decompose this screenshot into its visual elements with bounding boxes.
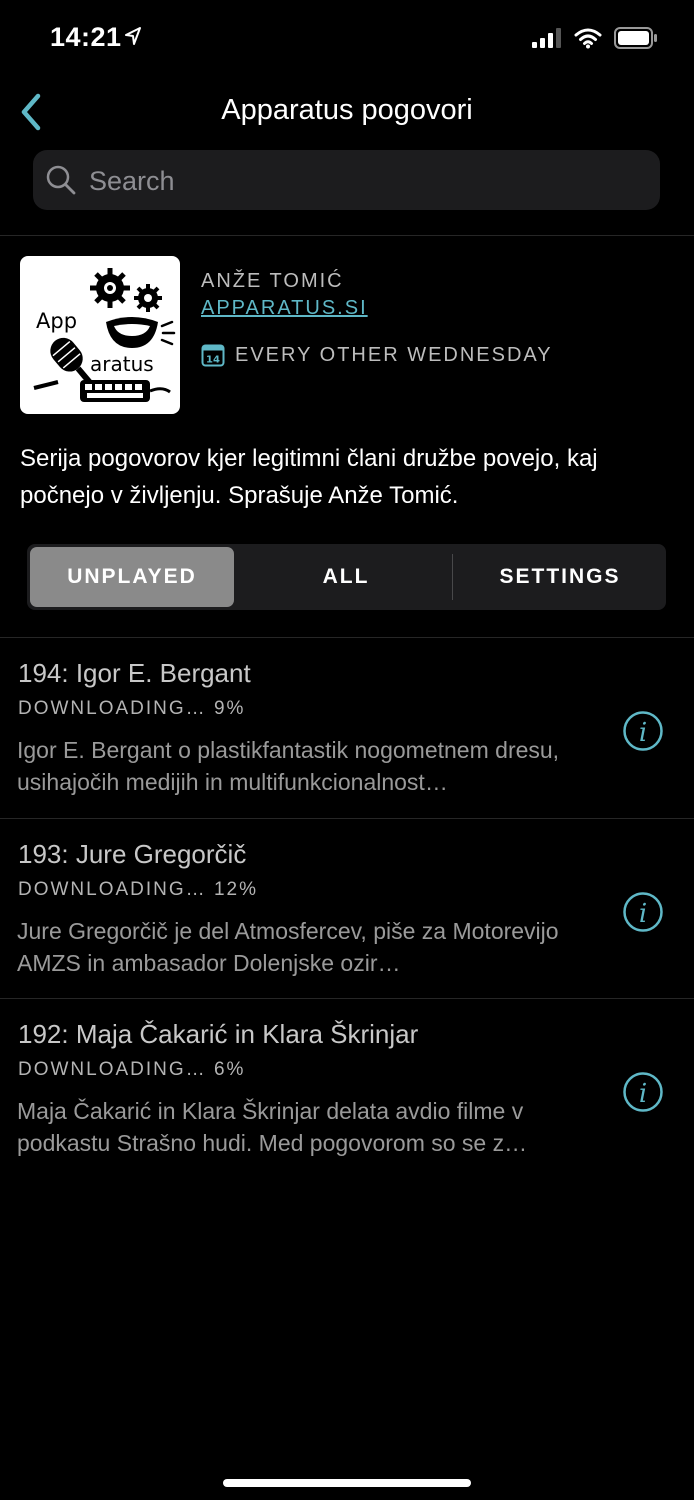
search-bar[interactable] <box>33 150 660 212</box>
episode-description: Igor E. Bergant o plastikfantastik nogom… <box>17 737 560 795</box>
episode-title: 194: Igor E. Bergant <box>18 658 251 688</box>
episode-row[interactable]: 194: Igor E. Bergant DOWNLOADING… 9% Igo… <box>0 638 694 818</box>
wifi-icon <box>574 28 602 49</box>
divider <box>0 235 694 236</box>
episode-description: Maja Čakarić in Klara Škrinjar delata av… <box>17 1098 528 1156</box>
tab-all[interactable]: ALL <box>240 544 452 610</box>
info-icon[interactable]: i <box>622 1071 664 1113</box>
episode-download-status: DOWNLOADING… 9% <box>18 698 246 719</box>
artwork-text-app: App <box>36 309 77 333</box>
podcast-schedule: EVERY OTHER WEDNESDAY <box>235 344 553 366</box>
podcast-artwork: App aratus <box>20 256 180 414</box>
search-input[interactable] <box>87 150 631 212</box>
artwork-text-aratus: aratus <box>90 352 154 376</box>
signal-icon <box>532 28 561 48</box>
battery-icon <box>614 27 657 49</box>
info-icon[interactable]: i <box>622 891 664 933</box>
episode-download-status: DOWNLOADING… 6% <box>18 1059 246 1080</box>
episode-row[interactable]: 192: Maja Čakarić in Klara Škrinjar DOWN… <box>0 999 694 1179</box>
info-icon[interactable]: i <box>622 710 664 752</box>
segment-divider <box>452 554 453 600</box>
episode-download-status: DOWNLOADING… 12% <box>18 879 258 900</box>
page-title: Apparatus pogovori <box>221 94 473 126</box>
episode-row[interactable]: 193: Jure Gregorčič DOWNLOADING… 12% Jur… <box>0 819 694 999</box>
podcast-author: ANŽE TOMIĆ <box>201 270 344 292</box>
episode-title: 193: Jure Gregorčič <box>18 839 247 869</box>
status-time: 14:21 <box>50 22 122 52</box>
svg-text:i: i <box>639 899 647 929</box>
episode-filter-segmented-control: UNPLAYED ALL SETTINGS <box>27 544 666 610</box>
episode-title: 192: Maja Čakarić in Klara Škrinjar <box>18 1019 419 1049</box>
svg-text:i: i <box>639 718 647 748</box>
episode-description: Jure Gregorčič je del Atmosfercev, piše … <box>17 918 559 976</box>
tab-settings[interactable]: SETTINGS <box>454 544 666 610</box>
status-icons <box>532 26 658 50</box>
podcast-description: Serija pogovorov kjer legitimni člani dr… <box>20 445 598 509</box>
tab-unplayed[interactable]: UNPLAYED <box>30 547 234 607</box>
location-arrow-icon <box>125 27 141 45</box>
home-indicator[interactable] <box>223 1479 471 1487</box>
calendar-day: 14 <box>206 355 220 366</box>
podcast-website-link[interactable]: APPARATUS.SI <box>201 297 368 320</box>
calendar-icon: 14 <box>201 344 225 367</box>
search-icon <box>46 165 76 195</box>
svg-text:i: i <box>639 1079 647 1109</box>
